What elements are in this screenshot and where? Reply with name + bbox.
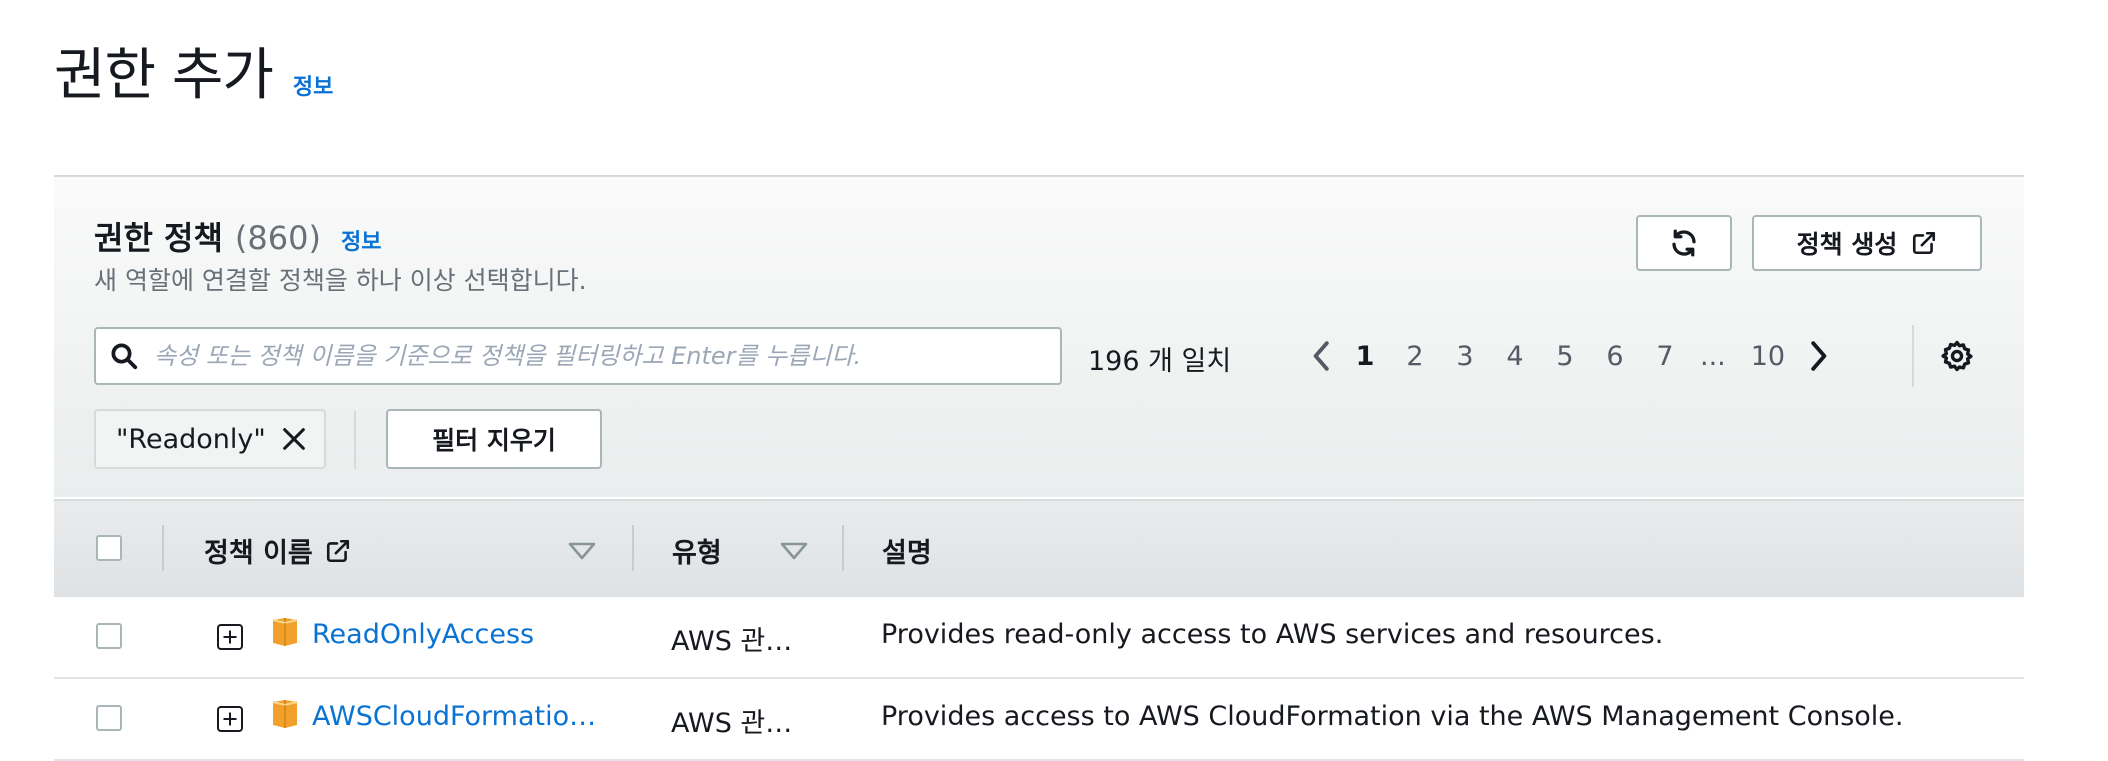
policy-description: Provides access to AWS CloudFormation vi… xyxy=(881,701,1904,732)
column-label-policy-name: 정책 이름 xyxy=(204,538,313,569)
sort-type-icon[interactable] xyxy=(779,541,809,561)
expand-plus-icon[interactable] xyxy=(216,705,244,733)
column-divider xyxy=(632,525,634,571)
pagination-divider xyxy=(1912,325,1914,387)
column-divider xyxy=(842,525,844,571)
pagination-ellipsis: ... xyxy=(1700,340,1726,372)
filter-token: "Readonly" xyxy=(94,409,326,469)
page-6-button[interactable]: 6 xyxy=(1605,341,1625,372)
external-link-icon xyxy=(326,539,349,562)
create-policy-button[interactable]: 정책 생성 xyxy=(1752,215,1982,271)
panel-info-link[interactable]: 정보 xyxy=(341,224,381,256)
select-all-checkbox[interactable] xyxy=(96,535,122,561)
clear-filters-button[interactable]: 필터 지우기 xyxy=(386,409,602,469)
table-row[interactable]: ReadOnlyAccess AWS 관… Provides read-only… xyxy=(54,597,2024,679)
refresh-icon xyxy=(1672,229,1696,257)
panel-title-group: 권한 정책 (860) 정보 xyxy=(94,213,381,259)
policy-count: (860) xyxy=(234,219,321,257)
row-checkbox[interactable] xyxy=(96,623,122,649)
match-count: 196 개 일치 xyxy=(1088,346,1232,377)
panel-title: 권한 정책 xyxy=(94,219,223,257)
preferences-button[interactable] xyxy=(1940,339,1974,377)
filter-token-label: "Readonly" xyxy=(116,423,266,455)
panel-description: 새 역할에 연결할 정책을 하나 이상 선택합니다. xyxy=(94,266,587,295)
search-icon-wrap xyxy=(96,341,152,371)
column-label-type: 유형 xyxy=(672,538,722,569)
column-header-description[interactable]: 설명 xyxy=(882,531,932,570)
page-4-button[interactable]: 4 xyxy=(1505,341,1525,372)
column-divider xyxy=(162,525,164,571)
page-10-button[interactable]: 10 xyxy=(1751,341,1785,372)
column-label-description: 설명 xyxy=(882,538,932,569)
chevron-left-icon xyxy=(1313,341,1329,371)
column-header-type[interactable]: 유형 xyxy=(672,531,722,570)
table-header: 정책 이름 유형 설명 xyxy=(54,499,2024,597)
next-page-button[interactable] xyxy=(1800,340,1836,372)
policy-name-link[interactable]: AWSCloudFormatio… xyxy=(312,701,596,732)
column-header-policy-name[interactable]: 정책 이름 xyxy=(204,531,351,570)
refresh-button[interactable] xyxy=(1636,215,1732,271)
add-permissions-page: 권한 추가 정보 권한 정책 (860) 정보 새 역할에 연결할 정책을 하나… xyxy=(0,0,2108,761)
policy-description: Provides read-only access to AWS service… xyxy=(881,619,1664,650)
page-3-button[interactable]: 3 xyxy=(1455,341,1475,372)
table-row[interactable]: AWSCloudFormatio… AWS 관… Provides access… xyxy=(54,679,2024,761)
search-icon xyxy=(111,343,138,370)
page-2-button[interactable]: 2 xyxy=(1405,341,1425,372)
gear-icon xyxy=(1941,340,1973,372)
page-header: 권한 추가 정보 xyxy=(54,30,333,111)
external-link-icon xyxy=(1913,231,1936,255)
chevron-right-icon xyxy=(1811,341,1827,371)
policies-panel-header: 권한 정책 (860) 정보 새 역할에 연결할 정책을 하나 이상 선택합니다… xyxy=(54,177,2024,497)
create-policy-label: 정책 생성 xyxy=(1796,230,1898,259)
expand-plus-icon[interactable] xyxy=(216,623,244,651)
policy-type: AWS 관… xyxy=(671,626,793,657)
policy-type: AWS 관… xyxy=(671,708,793,739)
package-icon xyxy=(272,618,298,646)
page-1-button[interactable]: 1 xyxy=(1355,341,1375,372)
page-info-link[interactable]: 정보 xyxy=(293,69,333,101)
pagination: 1 2 3 4 5 6 7 ... 10 xyxy=(1304,327,1836,385)
policy-name-link[interactable]: ReadOnlyAccess xyxy=(312,619,534,650)
close-icon[interactable] xyxy=(280,425,308,453)
token-divider xyxy=(354,411,356,469)
policy-filter-input[interactable] xyxy=(152,328,1060,384)
policy-filter-box xyxy=(94,327,1062,385)
page-7-button[interactable]: 7 xyxy=(1655,341,1675,372)
row-checkbox[interactable] xyxy=(96,705,122,731)
prev-page-button[interactable] xyxy=(1304,340,1340,372)
sort-policy-name-icon[interactable] xyxy=(567,541,597,561)
package-icon xyxy=(272,700,298,728)
page-title: 권한 추가 xyxy=(54,43,274,108)
page-5-button[interactable]: 5 xyxy=(1555,341,1575,372)
